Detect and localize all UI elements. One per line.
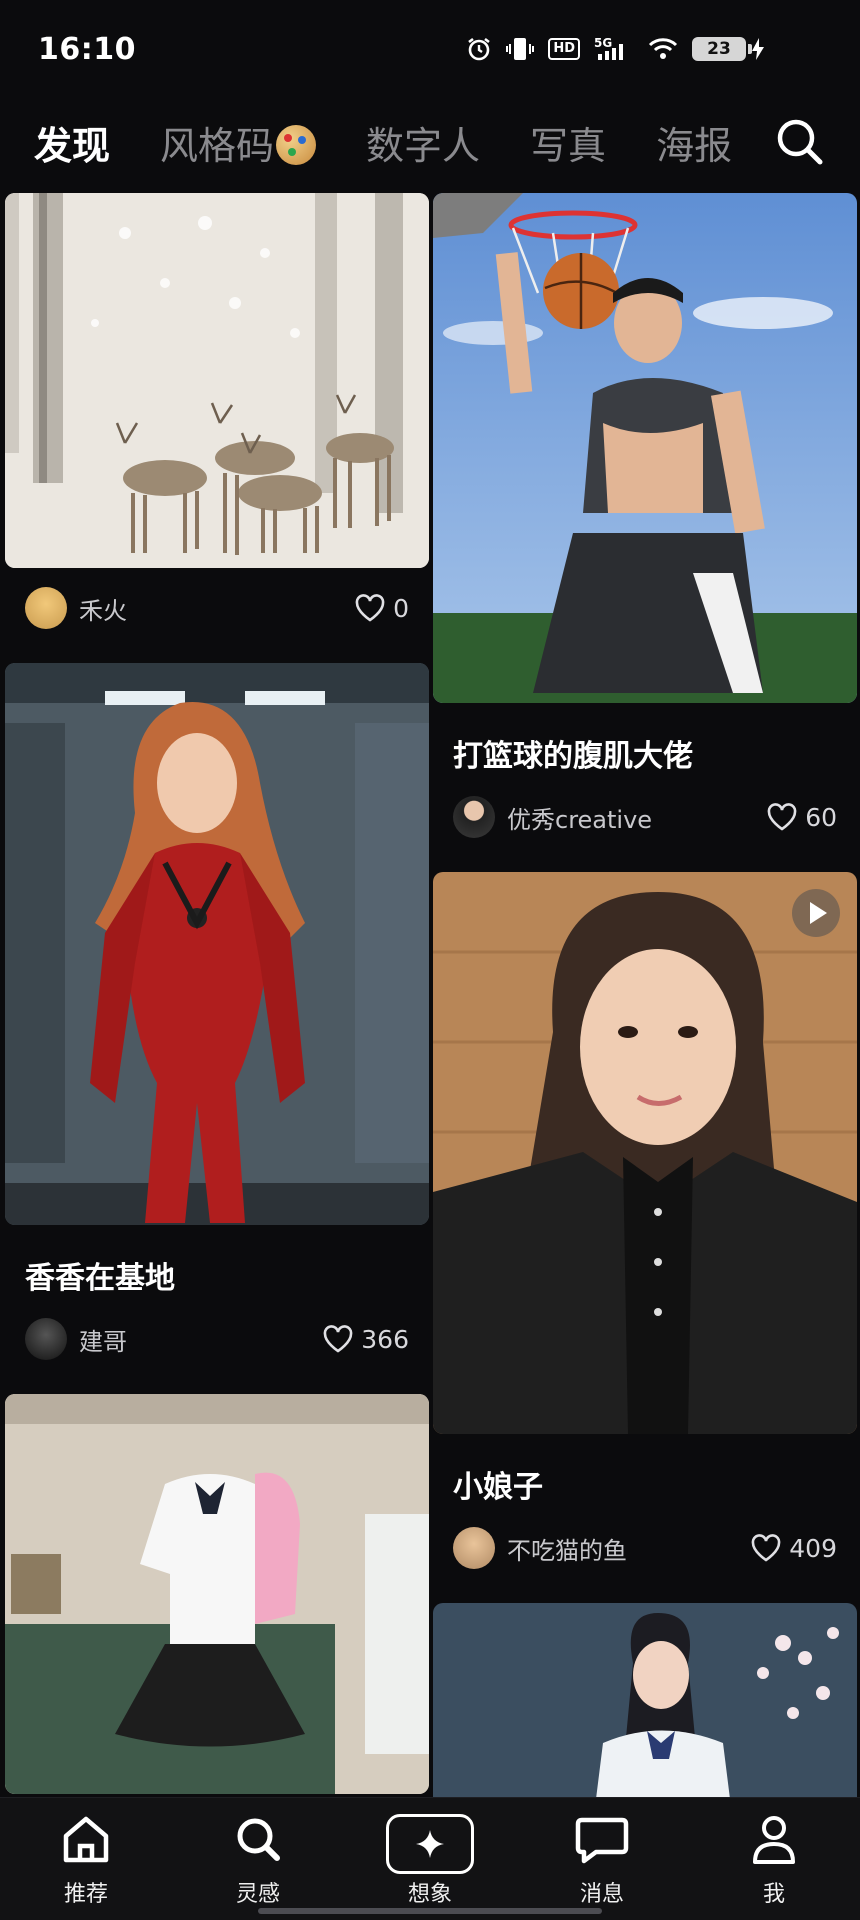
heart-icon (323, 1325, 353, 1353)
feed-card[interactable] (5, 1394, 429, 1794)
card-image-basketball[interactable] (433, 193, 857, 703)
like-count: 366 (361, 1324, 409, 1354)
palette-icon (276, 124, 317, 165)
feed-card[interactable] (433, 1603, 857, 1823)
like-button[interactable]: 409 (751, 1534, 837, 1563)
card-meta: 禾火 0 (5, 568, 429, 648)
card-image-deer[interactable] (5, 193, 429, 568)
signal-5g-icon: 5G (594, 36, 623, 60)
battery-level: 23 (692, 37, 752, 61)
like-button[interactable]: 60 (767, 803, 837, 832)
card-title[interactable]: 小娘子 (433, 1434, 857, 1508)
like-button[interactable]: 366 (323, 1325, 409, 1354)
card-image-portrait[interactable] (433, 872, 857, 1434)
card-image-hanfu[interactable] (433, 1603, 857, 1823)
nav-imagine-label: 想象 (407, 1882, 452, 1907)
nav-inspiration-label: 灵感 (235, 1882, 280, 1907)
nav-messages-label: 消息 (579, 1882, 624, 1907)
nav-recommend[interactable]: 推荐 (36, 1814, 136, 1908)
charging-icon (752, 38, 764, 60)
feed-column-right: 打篮球的腹肌大佬 优秀creative 60 小娘子 不吃猫的鱼 409 (433, 193, 857, 1823)
bottom-nav: 推荐 灵感 想象 消息 我 (0, 1797, 860, 1920)
search-icon[interactable] (774, 116, 826, 168)
feed-column-left: 禾火 0 香香在基地 建哥 366 (5, 193, 429, 1794)
tab-poster-label: 海报 (656, 123, 733, 168)
card-meta: 不吃猫的鱼 409 (433, 1508, 857, 1588)
card-author[interactable]: 建哥 (79, 1322, 323, 1357)
feed-card[interactable]: 打篮球的腹肌大佬 优秀creative 60 (433, 193, 857, 857)
card-meta: 优秀creative 60 (433, 777, 857, 857)
tab-portrait[interactable]: 写真 (530, 115, 606, 170)
status-time: 16:10 (38, 32, 136, 67)
like-count: 409 (789, 1533, 837, 1563)
nav-inspiration[interactable]: 灵感 (208, 1814, 308, 1908)
sparkle-icon (416, 1830, 444, 1858)
nav-me[interactable]: 我 (724, 1814, 824, 1908)
status-bar: 16:10 HD 5G 23 (0, 0, 860, 100)
nav-recommend-label: 推荐 (63, 1882, 108, 1907)
tab-digital-human[interactable]: 数字人 (366, 115, 480, 170)
tab-discover-label: 发现 (34, 123, 111, 168)
card-author[interactable]: 不吃猫的鱼 (507, 1531, 751, 1566)
imagine-button (386, 1814, 474, 1874)
svg-text:5G: 5G (594, 36, 612, 50)
feed-card[interactable]: 小娘子 不吃猫的鱼 409 (433, 872, 857, 1588)
chat-bubble-icon (575, 1817, 629, 1864)
tab-style-code[interactable]: 风格码 (160, 115, 317, 170)
card-meta: 建哥 366 (5, 1299, 429, 1379)
alarm-icon (468, 37, 491, 61)
card-title[interactable]: 打篮球的腹肌大佬 (433, 703, 857, 777)
like-count: 60 (805, 802, 837, 832)
user-icon (753, 1816, 795, 1864)
hd-icon: HD (548, 38, 580, 60)
tab-discover[interactable]: 发现 (34, 115, 110, 170)
avatar[interactable] (25, 1318, 67, 1360)
search-icon (237, 1818, 280, 1861)
tab-style-code-label: 风格码 (160, 123, 275, 168)
heart-icon (355, 594, 385, 622)
feed-card[interactable]: 禾火 0 (5, 193, 429, 648)
like-button[interactable]: 0 (355, 594, 409, 623)
tab-digital-human-label: 数字人 (366, 123, 481, 168)
avatar[interactable] (25, 587, 67, 629)
heart-icon (751, 1534, 781, 1562)
category-tabs: 发现 风格码 数字人 写真 海报 (34, 112, 826, 172)
tab-poster[interactable]: 海报 (656, 115, 732, 170)
home-indicator[interactable] (258, 1908, 602, 1914)
home-icon (63, 1816, 109, 1863)
card-image-uniform[interactable] (5, 1394, 429, 1794)
nav-me-label: 我 (762, 1882, 785, 1907)
like-count: 0 (393, 593, 409, 623)
nav-imagine[interactable]: 想象 (380, 1814, 480, 1908)
avatar[interactable] (453, 1527, 495, 1569)
card-image-character[interactable] (5, 663, 429, 1225)
nav-messages[interactable]: 消息 (552, 1814, 652, 1908)
vibrate-icon (506, 38, 535, 60)
play-video-icon[interactable] (791, 888, 841, 938)
card-title[interactable]: 香香在基地 (5, 1225, 429, 1299)
feed-card[interactable]: 香香在基地 建哥 366 (5, 663, 429, 1379)
wifi-icon (648, 38, 678, 59)
heart-icon (767, 803, 797, 831)
avatar[interactable] (453, 796, 495, 838)
tab-portrait-label: 写真 (530, 123, 607, 168)
card-author[interactable]: 禾火 (79, 591, 355, 626)
card-author[interactable]: 优秀creative (507, 800, 767, 835)
battery-indicator: 23 (692, 37, 764, 61)
status-icons: HD 5G 23 (466, 36, 764, 62)
